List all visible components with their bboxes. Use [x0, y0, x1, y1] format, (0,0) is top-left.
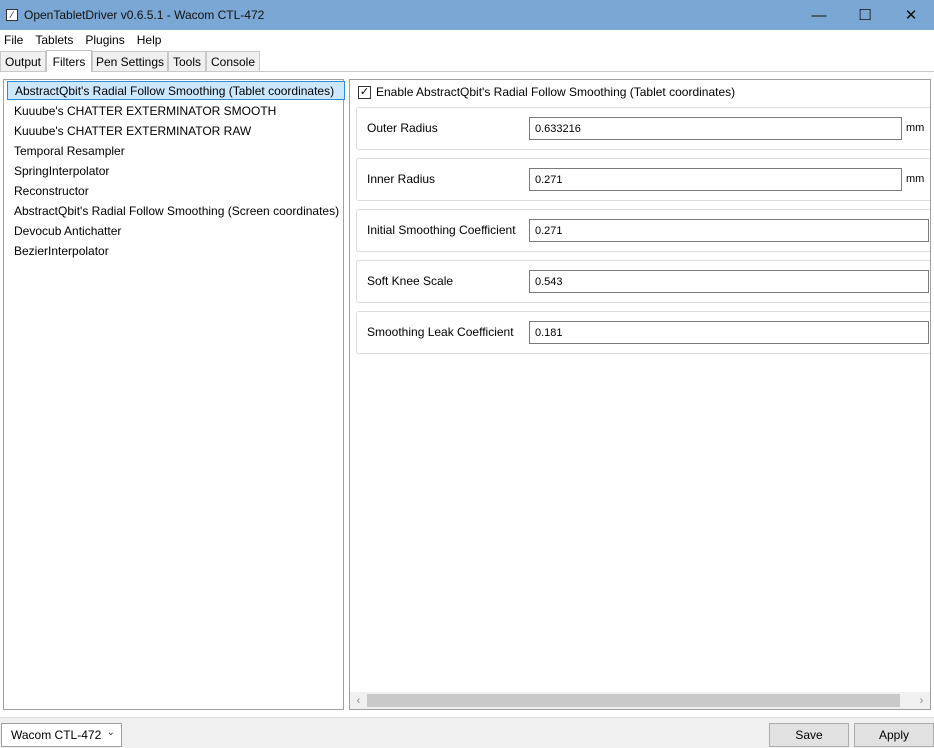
chevron-down-icon: ⌄ [106, 727, 115, 738]
tab-tools[interactable]: Tools [168, 51, 206, 71]
menu-plugins[interactable]: Plugins [81, 33, 128, 47]
setting-label: Smoothing Leak Coefficient [367, 325, 514, 339]
filter-list-item[interactable]: BezierInterpolator [7, 241, 343, 260]
setting-label: Inner Radius [367, 172, 436, 186]
bottom-bar: Wacom CTL-472 ⌄ Save Apply [0, 717, 934, 748]
enable-filter-label: Enable AbstractQbit's Radial Follow Smoo… [376, 85, 736, 99]
filter-list-item[interactable]: Kuuube's CHATTER EXTERMINATOR SMOOTH [7, 101, 343, 120]
setting-label: Outer Radius [367, 121, 438, 135]
enable-filter-row[interactable]: ✓ Enable AbstractQbit's Radial Follow Sm… [358, 85, 735, 99]
initial-smoothing-coefficient-input[interactable]: 0.271 [529, 219, 929, 242]
setting-smoothing-leak-coefficient: Smoothing Leak Coefficient 0.181 [356, 311, 930, 354]
filter-list-item[interactable]: Temporal Resampler [7, 141, 343, 160]
setting-soft-knee-scale: Soft Knee Scale 0.543 [356, 260, 930, 303]
maximize-button[interactable]: ☐ [842, 0, 888, 30]
unit-label: mm [906, 122, 925, 134]
menu-help[interactable]: Help [133, 33, 166, 47]
setting-initial-smoothing-coefficient: Initial Smoothing Coefficient 0.271 [356, 209, 930, 252]
filter-list-item[interactable]: Devocub Antichatter [7, 221, 343, 240]
smoothing-leak-coefficient-input[interactable]: 0.181 [529, 321, 929, 344]
tab-strip: Output Filters Pen Settings Tools Consol… [0, 50, 934, 72]
scrollbar-thumb[interactable] [367, 694, 900, 707]
scroll-left-icon[interactable]: ‹ [350, 692, 367, 709]
pen-icon: ⁄ [6, 9, 18, 21]
setting-outer-radius: Outer Radius 0.633216 mm [356, 107, 930, 150]
filter-list-item[interactable]: Reconstructor [7, 181, 343, 200]
filter-settings-panel: ✓ Enable AbstractQbit's Radial Follow Sm… [349, 79, 931, 710]
scroll-right-icon[interactable]: › [913, 692, 930, 709]
title-bar[interactable]: ⁄ OpenTabletDriver v0.6.5.1 - Wacom CTL-… [0, 0, 934, 30]
tab-console[interactable]: Console [206, 51, 260, 71]
outer-radius-input[interactable]: 0.633216 [529, 117, 902, 140]
close-button[interactable]: ✕ [888, 0, 934, 30]
setting-label: Initial Smoothing Coefficient [367, 223, 516, 237]
minimize-button[interactable]: — [796, 0, 842, 30]
tab-output[interactable]: Output [0, 51, 46, 71]
tab-filters[interactable]: Filters [46, 50, 92, 72]
horizontal-scrollbar[interactable]: ‹ › [350, 692, 930, 709]
tablet-select[interactable]: Wacom CTL-472 ⌄ [1, 723, 122, 747]
filter-list-item[interactable]: SpringInterpolator [7, 161, 343, 180]
menu-tablets[interactable]: Tablets [31, 33, 77, 47]
apply-button[interactable]: Apply [854, 723, 934, 747]
menu-bar: File Tablets Plugins Help [0, 30, 934, 50]
filter-list[interactable]: AbstractQbit's Radial Follow Smoothing (… [3, 79, 345, 710]
soft-knee-scale-input[interactable]: 0.543 [529, 270, 929, 293]
save-button[interactable]: Save [769, 723, 849, 747]
window-controls: — ☐ ✕ [796, 0, 934, 30]
filter-list-item[interactable]: Kuuube's CHATTER EXTERMINATOR RAW [7, 121, 343, 140]
tab-pen-settings[interactable]: Pen Settings [92, 51, 168, 71]
setting-label: Soft Knee Scale [367, 274, 454, 288]
unit-label: mm [906, 173, 925, 185]
menu-file[interactable]: File [0, 33, 27, 47]
filter-list-item[interactable]: AbstractQbit's Radial Follow Smoothing (… [7, 81, 345, 100]
enable-filter-checkbox[interactable]: ✓ [358, 85, 371, 99]
filter-list-item[interactable]: AbstractQbit's Radial Follow Smoothing (… [7, 201, 343, 220]
setting-inner-radius: Inner Radius 0.271 mm [356, 158, 930, 201]
window-title: OpenTabletDriver v0.6.5.1 - Wacom CTL-47… [24, 8, 265, 22]
tablet-select-value: Wacom CTL-472 [11, 728, 102, 742]
inner-radius-input[interactable]: 0.271 [529, 168, 902, 191]
